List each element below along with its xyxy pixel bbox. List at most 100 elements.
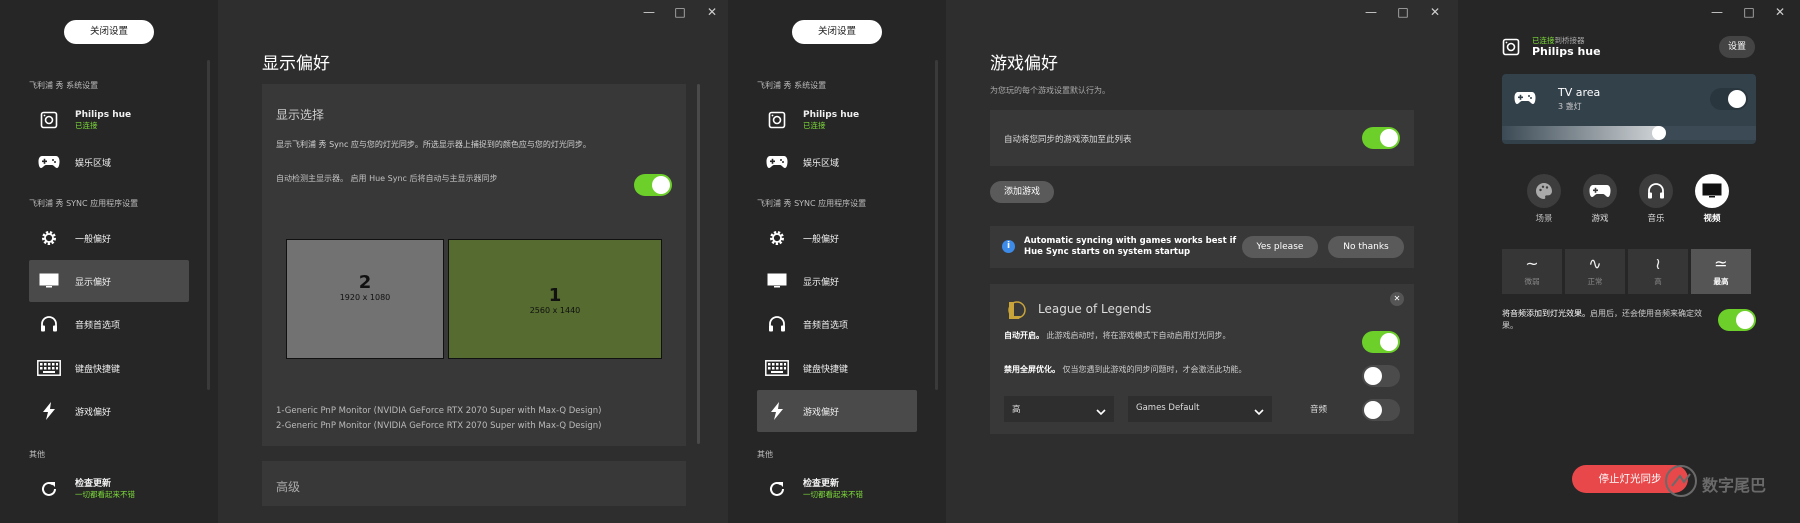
area-toggle[interactable]: [1710, 88, 1748, 110]
minimize-icon[interactable]: —: [1362, 4, 1380, 20]
sidebar-scrollbar[interactable]: [935, 60, 938, 390]
add-game-button[interactable]: 添加游戏: [990, 181, 1054, 203]
intensity-label-subtle: 微弱: [1524, 277, 1540, 286]
close-icon[interactable]: ✕: [1426, 4, 1444, 20]
sidebar-item-general[interactable]: 一般偏好: [757, 217, 917, 259]
sidebar-item-games[interactable]: 游戏偏好: [757, 390, 917, 432]
close-card-icon[interactable]: ✕: [1390, 292, 1404, 306]
intensity-high-button[interactable]: ≀ 高: [1628, 249, 1688, 294]
headphones-icon: [1648, 183, 1664, 199]
sidebar-item-display[interactable]: 显示偏好: [29, 260, 189, 302]
bridge-name: Philips hue: [75, 109, 132, 120]
intensity-max-button[interactable]: ≃ 最高: [1691, 249, 1751, 294]
fullscreen-toggle[interactable]: [1362, 365, 1400, 387]
brightness-handle[interactable]: [1652, 126, 1667, 140]
sidebar-item-audio[interactable]: 音频首选项: [29, 303, 189, 345]
fullscreen-row: 禁用全屏优化。 仅当您遇到此游戏的同步问题时，才会激活此功能。: [1004, 364, 1247, 375]
close-settings-button[interactable]: 关闭设置: [792, 20, 882, 44]
auto-add-toggle[interactable]: [1362, 127, 1400, 149]
monitor-icon: [29, 273, 69, 289]
display-description: 显示飞利浦 秀 Sync 应与您的灯光同步。所选显示器上捕捉到的颜色应与您的灯光…: [276, 140, 591, 149]
sidebar-item-keyboard[interactable]: 键盘快捷键: [757, 347, 917, 389]
monitor-icon: [757, 273, 797, 289]
settings-button[interactable]: 设置: [1719, 36, 1755, 58]
sidebar-item-update[interactable]: 检查更新 一切都看起来不错: [29, 468, 189, 510]
watermark-text: 数字尾巴: [1702, 476, 1767, 495]
sidebar-item-bridge[interactable]: Philips hue 已连接: [29, 99, 189, 141]
nav-label-display: 显示偏好: [75, 277, 112, 288]
area-card[interactable]: TV area 3 盏灯: [1502, 74, 1756, 144]
sidebar-item-update[interactable]: 检查更新 一切都看起来不错: [757, 468, 917, 510]
minimize-icon[interactable]: —: [640, 4, 658, 20]
yes-please-button[interactable]: Yes please: [1242, 236, 1318, 258]
sidebar-item-display[interactable]: 显示偏好: [757, 260, 917, 302]
wave-normal-icon: ∿: [1588, 254, 1602, 273]
maximize-icon[interactable]: □: [671, 4, 689, 20]
section-app-label: 飞利浦 秀 SYNC 应用程序设置: [757, 199, 867, 208]
section-system-label: 飞利浦 秀 系统设置: [29, 81, 99, 90]
autodetect-toggle[interactable]: [634, 174, 672, 196]
audio-description: 将音频添加到灯光效果。启用后，还会使用音频来确定效 果。: [1502, 308, 1707, 332]
close-icon[interactable]: ✕: [703, 4, 721, 20]
preset-select[interactable]: Games Default: [1128, 396, 1272, 422]
info-banner: i Automatic syncing with games works bes…: [990, 226, 1414, 268]
intensity-select[interactable]: 高: [1004, 396, 1114, 422]
advanced-panel[interactable]: 高级: [262, 461, 686, 506]
entertainment-label: 娱乐区域: [75, 158, 112, 169]
monitor-1-resolution: 2560 x 1440: [529, 306, 581, 315]
audio-toggle[interactable]: [1362, 399, 1400, 421]
mode-video-button[interactable]: [1695, 174, 1729, 208]
content-scrollbar[interactable]: [697, 84, 700, 444]
monitor-line-1: 1-Generic PnP Monitor (NVIDIA GeForce RT…: [276, 406, 602, 416]
sidebar-item-games[interactable]: 游戏偏好: [29, 390, 189, 432]
audio-toggle[interactable]: [1718, 309, 1756, 331]
preset-select-value: Games Default: [1136, 403, 1200, 413]
close-icon[interactable]: ✕: [1771, 4, 1789, 20]
sidebar-scrollbar[interactable]: [207, 60, 210, 390]
mode-music-button[interactable]: [1639, 174, 1673, 208]
brightness-slider[interactable]: [1502, 126, 1756, 140]
nav-label-keyboard: 键盘快捷键: [803, 364, 849, 375]
monitor-line-2: 2-Generic PnP Monitor (NVIDIA GeForce RT…: [276, 421, 602, 431]
palette-icon: [1536, 183, 1552, 199]
info-icon: i: [1002, 240, 1015, 253]
maximize-icon[interactable]: □: [1740, 4, 1758, 20]
advanced-heading: 高级: [276, 480, 301, 494]
monitor-2[interactable]: 2 1920 x 1080: [286, 239, 444, 359]
audio-text-rest: 启用后，还会使用音频来确定效: [1590, 309, 1702, 318]
league-logo-icon: [1006, 300, 1026, 324]
connected-suffix: 到桥接器: [1554, 36, 1585, 45]
sidebar-item-bridge[interactable]: Philips hue 已连接: [757, 99, 917, 141]
intensity-normal-button[interactable]: ∿ 正常: [1565, 249, 1625, 294]
wave-max-icon: ≃: [1714, 254, 1728, 273]
window1-sidebar: 关闭设置 飞利浦 秀 系统设置 Philips hue 已连接 娱乐区域 飞利浦…: [0, 0, 218, 523]
monitor-2-number: 2: [358, 272, 372, 293]
mode-label-video: 视频: [1703, 214, 1721, 224]
monitor-1-number: 1: [548, 285, 562, 306]
minimize-icon[interactable]: —: [1708, 4, 1726, 20]
intensity-subtle-button[interactable]: ~ 微弱: [1502, 249, 1562, 294]
window2-content: — □ ✕ 游戏偏好 为您玩的每个游戏设置默认行为。 自动将您同步的游戏添加至此…: [946, 0, 1458, 523]
no-thanks-button[interactable]: No thanks: [1328, 236, 1404, 258]
maximize-icon[interactable]: □: [1394, 4, 1412, 20]
bridge-icon: [757, 111, 797, 129]
sidebar-item-entertainment[interactable]: 娱乐区域: [29, 141, 189, 183]
info-text-line-1: Automatic syncing with games works best …: [1024, 236, 1237, 246]
auto-start-row: 自动开启。 此游戏启动时，将在游戏模式下自动启用灯光同步。: [1004, 330, 1231, 341]
intensity-label-high: 高: [1654, 277, 1662, 286]
close-settings-button[interactable]: 关闭设置: [64, 20, 154, 44]
bridge-status: 已连接: [75, 120, 98, 130]
entertainment-label: 娱乐区域: [803, 158, 840, 169]
bridge-name: Philips hue: [1532, 45, 1601, 58]
sidebar-item-audio[interactable]: 音频首选项: [757, 303, 917, 345]
mode-scene-button[interactable]: [1527, 174, 1561, 208]
monitor-1[interactable]: 1 2560 x 1440: [448, 239, 662, 359]
auto-start-toggle[interactable]: [1362, 331, 1400, 353]
sidebar-item-general[interactable]: 一般偏好: [29, 217, 189, 259]
refresh-icon: [757, 480, 797, 498]
gamepad-icon: [1589, 185, 1611, 197]
sidebar-item-keyboard[interactable]: 键盘快捷键: [29, 347, 189, 389]
mode-game-button[interactable]: [1583, 174, 1617, 208]
intensity-select-value: 高: [1012, 405, 1021, 415]
sidebar-item-entertainment[interactable]: 娱乐区域: [757, 141, 917, 183]
